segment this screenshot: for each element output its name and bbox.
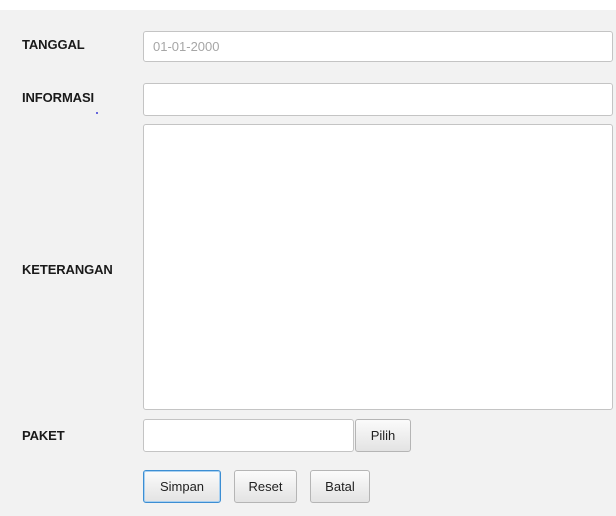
keterangan-textarea[interactable] xyxy=(143,124,613,410)
paket-input[interactable] xyxy=(143,419,354,452)
tanggal-input[interactable] xyxy=(143,31,613,62)
paket-label: PAKET xyxy=(22,428,65,443)
pilih-button[interactable]: Pilih xyxy=(355,419,411,452)
informasi-input[interactable] xyxy=(143,83,613,116)
indicator-dot xyxy=(96,112,98,114)
reset-button[interactable]: Reset xyxy=(234,470,297,503)
tanggal-label: TANGGAL xyxy=(22,37,85,52)
keterangan-label: KETERANGAN xyxy=(22,262,113,277)
informasi-label: INFORMASI xyxy=(22,90,95,105)
batal-button[interactable]: Batal xyxy=(310,470,370,503)
simpan-button[interactable]: Simpan xyxy=(143,470,221,503)
